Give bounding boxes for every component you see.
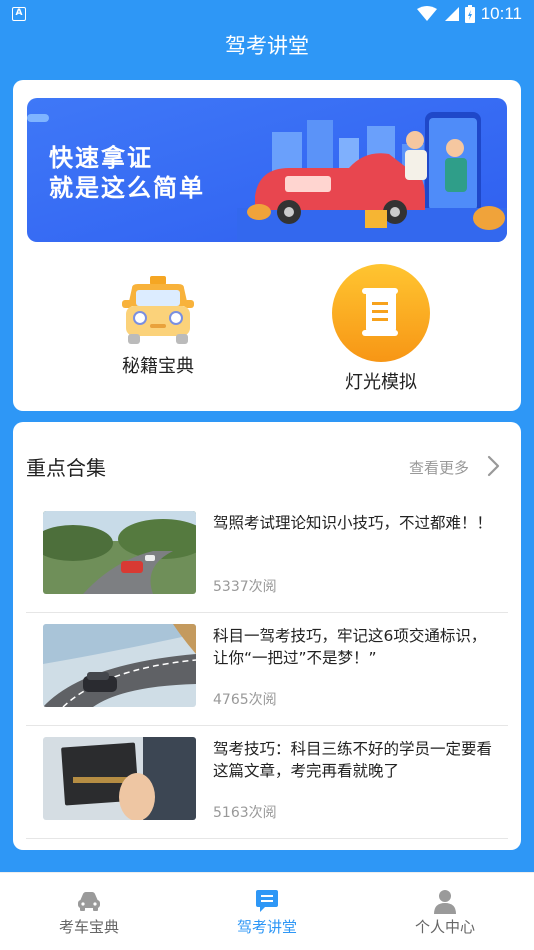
article-title: 驾照考试理论知识小技巧，不过都难！！ [213, 514, 493, 532]
feature-light-sim-label: 灯光模拟 [345, 372, 417, 393]
article-title: 驾考技巧：科目三练不好的学员一定要看这篇文章，考完再看就晚了 [213, 740, 493, 780]
section-title: 重点合集 [26, 456, 106, 480]
nav-label: 驾考讲堂 [236, 918, 297, 936]
wifi-icon [416, 6, 437, 21]
article-title: 科目一驾考技巧，牢记这6项交通标识，让你“一把过”不是梦！” [213, 627, 487, 667]
feature-guide[interactable]: 秘籍宝典 [103, 276, 213, 378]
article-item[interactable]: 驾考技巧：科目三练不好的学员一定要看这篇文章，考完再看就晚了 5163次阅 [13, 726, 521, 839]
battery-icon [464, 5, 475, 23]
status-icons: 10:11 [416, 3, 522, 25]
banner-subheadline: 就是这么简单 [49, 174, 205, 202]
status-bar: A 10:11 [0, 0, 534, 28]
article-thumbnail [43, 624, 196, 707]
nav-label: 考车宝典 [58, 918, 119, 936]
nav-item-driving-class[interactable]: 驾考讲堂 [178, 873, 356, 950]
page-title: 驾考讲堂 [225, 34, 309, 58]
promo-banner[interactable]: 快速拿证 就是这么简单 [27, 98, 507, 242]
chevron-right-icon[interactable] [483, 454, 503, 478]
article-item[interactable]: 驾照考试理论知识小技巧，不过都难！！ 5337次阅 [13, 500, 521, 613]
see-more-link[interactable]: 查看更多 [409, 457, 469, 478]
chat-icon [256, 890, 278, 912]
article-views: 5337次阅 [213, 579, 277, 595]
article-item[interactable]: 科目一驾考技巧，牢记这6项交通标识，让你“一把过”不是梦！” 4765次阅 [13, 613, 521, 726]
scroll-icon [332, 264, 430, 362]
feature-light-sim[interactable]: 灯光模拟 [323, 264, 439, 394]
notification-icon: A [12, 7, 26, 21]
clock: 10:11 [480, 4, 522, 23]
article-views: 4765次阅 [213, 692, 277, 708]
bottom-nav: 考车宝典 驾考讲堂 个人中心 [0, 872, 534, 950]
collection-card: 重点合集 查看更多 驾照考试理论知识小技巧，不过都难！！ 5337次阅 科目一驾… [13, 422, 521, 850]
nav-label: 个人中心 [414, 918, 475, 936]
person-icon [434, 890, 456, 914]
divider [26, 838, 508, 839]
taxi-icon [122, 276, 194, 344]
feature-guide-label: 秘籍宝典 [122, 356, 194, 377]
article-thumbnail [43, 737, 196, 820]
car-icon [78, 892, 100, 911]
article-views: 5163次阅 [213, 805, 277, 821]
feature-card: 快速拿证 就是这么简单 秘籍宝典 灯光模拟 [13, 80, 521, 411]
article-thumbnail [43, 511, 196, 594]
nav-item-profile[interactable]: 个人中心 [356, 873, 534, 950]
nav-item-car-guide[interactable]: 考车宝典 [0, 873, 178, 950]
signal-icon [444, 7, 459, 21]
